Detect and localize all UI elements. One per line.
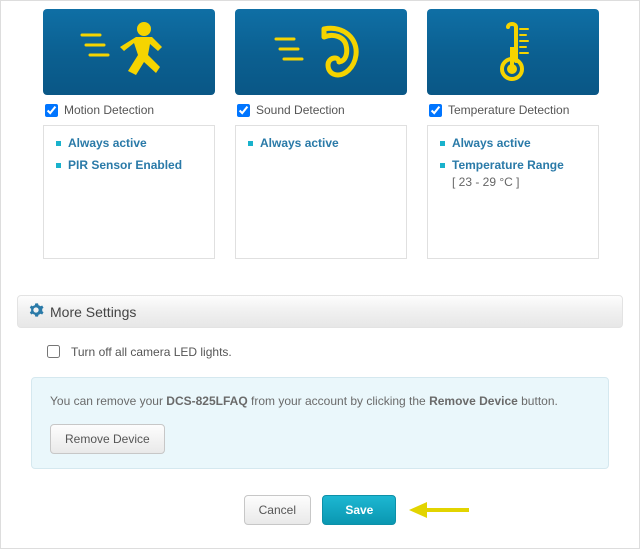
detail-item-label: Always active xyxy=(260,136,339,150)
detail-item-label: Always active xyxy=(452,136,531,150)
detection-check-row: Temperature Detection xyxy=(427,95,599,125)
detail-item-label: Always active xyxy=(68,136,147,150)
led-checkbox-label: Turn off all camera LED lights. xyxy=(71,345,232,359)
sound-icon xyxy=(266,17,376,87)
led-checkbox[interactable] xyxy=(47,345,60,358)
detection-checkbox[interactable] xyxy=(429,104,442,117)
more-settings-header: More Settings xyxy=(17,295,623,328)
arrow-annotation-icon xyxy=(407,499,471,524)
detection-cards: Motion Detection Always active PIR Sensor … xyxy=(43,9,623,259)
detection-card: Motion Detection Always active PIR Sensor … xyxy=(43,9,215,259)
detail-item: Always active xyxy=(248,136,394,152)
detection-detail-box: Always active Temperature Range [ 23 - 29 … xyxy=(427,125,599,259)
remove-text-post: button. xyxy=(518,394,558,408)
device-name: DCS-825LFAQ xyxy=(166,394,247,408)
remove-device-info: You can remove your DCS-825LFAQ from you… xyxy=(31,377,609,469)
remove-text-pre: You can remove your xyxy=(50,394,166,408)
sound-tile[interactable] xyxy=(235,9,407,95)
detail-item: Always active xyxy=(56,136,202,152)
detail-item: Temperature Range [ 23 - 29 °C ] xyxy=(440,158,586,191)
detection-checkbox[interactable] xyxy=(237,104,250,117)
motion-tile[interactable] xyxy=(43,9,215,95)
detail-item-sub: [ 23 - 29 °C ] xyxy=(452,175,586,191)
detail-item: PIR Sensor Enabled xyxy=(56,158,202,174)
detection-label: Temperature Detection xyxy=(448,103,569,117)
settings-panel: Motion Detection Always active PIR Sensor … xyxy=(0,0,640,549)
cancel-button[interactable]: Cancel xyxy=(244,495,311,525)
temperature-tile[interactable] xyxy=(427,9,599,95)
detection-checkbox[interactable] xyxy=(45,104,58,117)
detection-label: Motion Detection xyxy=(64,103,154,117)
detection-check-row: Sound Detection xyxy=(235,95,407,125)
action-buttons: Cancel Save xyxy=(17,495,623,525)
detection-detail-box: Always active PIR Sensor Enabled xyxy=(43,125,215,259)
more-settings-label: More Settings xyxy=(50,304,136,320)
detail-item-label: Temperature Range xyxy=(452,158,564,172)
detection-card: Temperature Detection Always active Temper… xyxy=(427,9,599,259)
led-toggle-row: Turn off all camera LED lights. xyxy=(43,342,623,361)
detail-item-label: PIR Sensor Enabled xyxy=(68,158,182,172)
remove-text-mid: from your account by clicking the xyxy=(248,394,429,408)
save-button[interactable]: Save xyxy=(322,495,396,525)
detail-item: Always active xyxy=(440,136,586,152)
detection-check-row: Motion Detection xyxy=(43,95,215,125)
temperature-icon xyxy=(458,17,568,87)
detection-label: Sound Detection xyxy=(256,103,345,117)
detection-detail-box: Always active xyxy=(235,125,407,259)
remove-device-button[interactable]: Remove Device xyxy=(50,424,165,454)
detection-card: Sound Detection Always active xyxy=(235,9,407,259)
remove-text-bold: Remove Device xyxy=(429,394,518,408)
motion-icon xyxy=(74,17,184,87)
gear-icon xyxy=(28,302,44,321)
